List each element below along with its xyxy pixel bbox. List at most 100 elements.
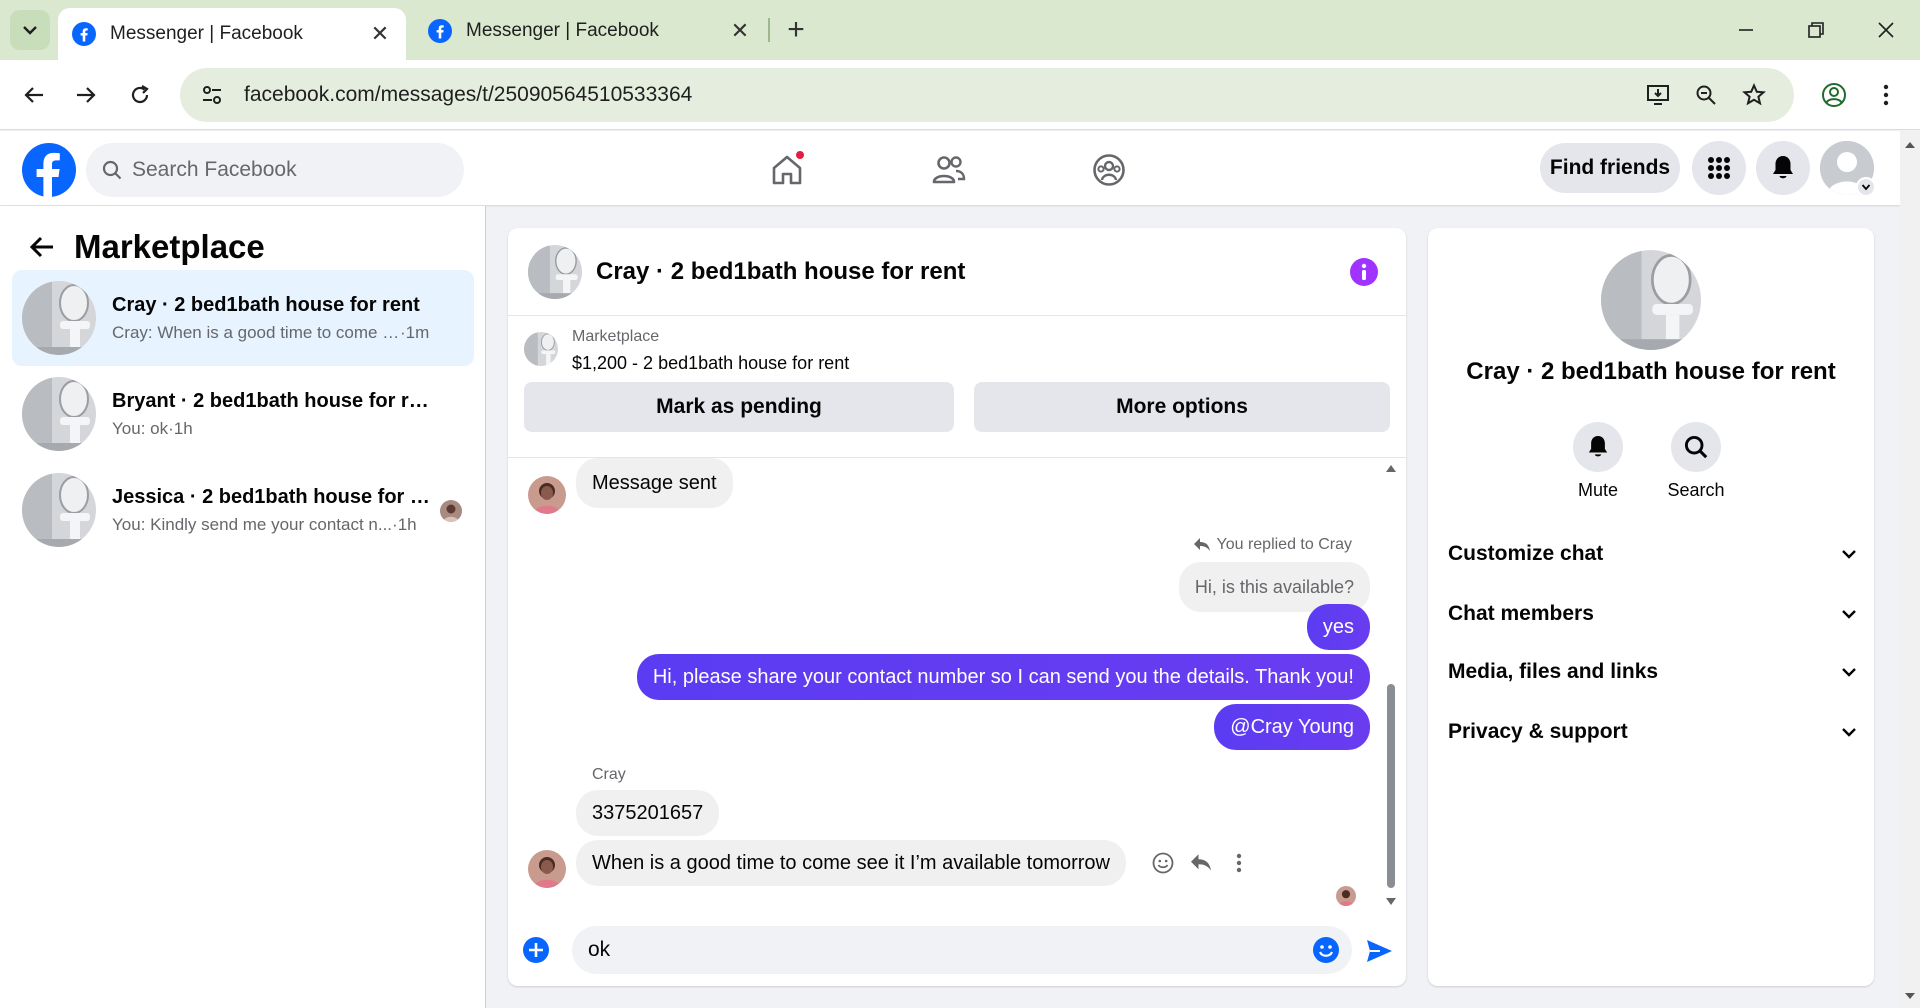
browser-tab-inactive[interactable]: Messenger | Facebook ✕	[414, 8, 766, 54]
section-chat-members[interactable]: Chat members	[1448, 590, 1858, 638]
account-chevron[interactable]	[1856, 177, 1876, 197]
close-tab-icon[interactable]: ✕	[368, 21, 392, 46]
address-bar[interactable]: facebook.com/messages/t/2509056451053336…	[180, 68, 1794, 122]
message-bubble-incoming[interactable]: 3375201657	[576, 790, 720, 836]
section-title: Media, files and links	[1448, 660, 1659, 683]
more-options-button[interactable]: More options	[974, 382, 1390, 432]
section-privacy-support[interactable]: Privacy & support	[1448, 708, 1858, 756]
conversation-preview: Cray: When is a good time to come s...	[112, 322, 400, 342]
more-vertical-icon	[1236, 853, 1242, 873]
mute-button[interactable]	[1573, 422, 1623, 472]
tab-title: Messenger | Facebook	[110, 23, 303, 44]
arrow-left-icon	[24, 87, 43, 103]
browser-tab-active[interactable]: Messenger | Facebook ✕	[58, 8, 406, 60]
mark-as-pending-button[interactable]: Mark as pending	[524, 382, 954, 432]
chat-details-panel: Cray · 2 bed1bath house for rent Mute Se…	[1428, 228, 1874, 986]
site-info-button[interactable]	[194, 77, 230, 113]
install-app-button[interactable]	[1640, 77, 1676, 113]
back-to-chats-button[interactable]	[24, 229, 60, 265]
more-actions-button[interactable]	[1220, 844, 1258, 882]
groups-nav-button[interactable]	[1086, 147, 1132, 193]
listing-price-title[interactable]: $1,200 - 2 bed1bath house for rent	[572, 353, 849, 374]
search-action[interactable]: Search	[1656, 422, 1736, 501]
page-scrollbar[interactable]	[1900, 131, 1920, 1008]
friends-nav-button[interactable]	[926, 147, 972, 193]
smiley-icon	[1152, 852, 1174, 874]
message-bubble-incoming[interactable]: Message sent	[576, 458, 733, 508]
bathroom-photo-icon	[22, 377, 96, 451]
star-icon	[1742, 83, 1766, 106]
profile-button[interactable]	[1812, 73, 1856, 117]
browser-menu-button[interactable]	[1864, 73, 1908, 117]
close-tab-icon[interactable]: ✕	[728, 18, 752, 43]
forward-button[interactable]	[64, 73, 108, 117]
close-window-button[interactable]	[1866, 10, 1906, 50]
chat-scrollbar[interactable]	[1382, 458, 1400, 914]
scroll-down-icon[interactable]	[1382, 894, 1400, 910]
scroll-down-icon[interactable]	[1900, 986, 1920, 1006]
scroll-thumb[interactable]	[1387, 684, 1395, 888]
facebook-search-input[interactable]: Search Facebook	[86, 143, 464, 197]
chat-title[interactable]: Cray · 2 bed1bath house for rent	[596, 258, 965, 286]
menu-button[interactable]	[1692, 141, 1746, 195]
react-button[interactable]	[1144, 844, 1182, 882]
close-icon	[1878, 22, 1894, 38]
facebook-logo-icon[interactable]	[22, 143, 76, 197]
conversation-name: Jessica · 2 bed1bath house for re...	[112, 485, 430, 508]
plus-circle-icon[interactable]	[522, 936, 550, 964]
chevron-down-icon	[23, 26, 37, 35]
emoji-icon[interactable]	[1312, 936, 1340, 964]
back-button[interactable]	[12, 73, 56, 117]
reply-button[interactable]	[1182, 844, 1220, 882]
reply-note-text: You replied to Cray	[1216, 536, 1353, 553]
chat-details-avatar[interactable]	[1601, 250, 1701, 350]
send-icon[interactable]	[1364, 936, 1394, 966]
section-customize-chat[interactable]: Customize chat	[1448, 530, 1858, 578]
section-title: Customize chat	[1448, 542, 1604, 565]
find-friends-button[interactable]: Find friends	[1540, 143, 1680, 193]
minimize-button[interactable]	[1726, 10, 1766, 50]
scroll-up-icon[interactable]	[1900, 135, 1920, 155]
facebook-header: Search Facebook Find friends	[0, 131, 1900, 205]
section-media-files-links[interactable]: Media, files and links	[1448, 648, 1858, 696]
chat-details-name: Cray · 2 bed1bath house for rent	[1466, 358, 1836, 385]
info-icon[interactable]	[1350, 258, 1378, 286]
restore-button[interactable]	[1796, 10, 1836, 50]
browser-toolbar: facebook.com/messages/t/2509056451053336…	[0, 60, 1920, 130]
message-bubble-outgoing[interactable]: Hi, please share your contact number so …	[636, 654, 1370, 700]
reload-button[interactable]	[118, 73, 162, 117]
message-input[interactable]: ok	[572, 926, 1352, 974]
chevron-down-icon	[1861, 184, 1871, 191]
user-avatar-icon	[1336, 886, 1356, 906]
new-tab-button[interactable]: +	[780, 13, 812, 46]
bookmark-button[interactable]	[1736, 77, 1772, 113]
bathroom-photo-icon	[22, 281, 96, 355]
marketplace-title: Marketplace	[74, 228, 265, 265]
conversation-item[interactable]: Jessica · 2 bed1bath house for re... You…	[12, 462, 474, 558]
message-bubble-outgoing[interactable]: @Cray Young	[1214, 704, 1370, 750]
section-title: Chat members	[1448, 602, 1594, 625]
zoom-button[interactable]	[1688, 77, 1724, 113]
url-text: facebook.com/messages/t/2509056451053336…	[244, 83, 693, 106]
tab-search-button[interactable]	[10, 10, 50, 50]
search-icon	[1684, 435, 1708, 459]
message-bubble-outgoing[interactable]: yes	[1306, 604, 1370, 650]
marketplace-sidebar: Marketplace Cray · 2 bed1bath house for …	[0, 206, 486, 1008]
sender-avatar	[528, 850, 566, 888]
mute-action[interactable]: Mute	[1558, 422, 1638, 501]
conversation-time: ·1m	[400, 322, 430, 342]
home-nav-button[interactable]	[764, 147, 810, 193]
message-composer: ok	[508, 914, 1406, 986]
notifications-button[interactable]	[1756, 141, 1810, 195]
message-input-value: ok	[588, 938, 611, 961]
message-bubble-incoming[interactable]: When is a good time to come see it I’m a…	[576, 840, 1126, 886]
search-in-chat-button[interactable]	[1671, 422, 1721, 472]
chat-avatar[interactable]	[528, 244, 582, 299]
conversation-item[interactable]: Cray · 2 bed1bath house for rent Cray: W…	[12, 270, 474, 366]
facebook-favicon-icon	[428, 19, 452, 43]
listing-source: Marketplace	[572, 328, 660, 345]
reload-icon	[131, 85, 149, 104]
chat-panel: Cray · 2 bed1bath house for rent Marketp…	[508, 228, 1406, 986]
scroll-up-icon[interactable]	[1382, 460, 1400, 476]
conversation-item[interactable]: Bryant · 2 bed1bath house for rent You: …	[12, 366, 474, 462]
